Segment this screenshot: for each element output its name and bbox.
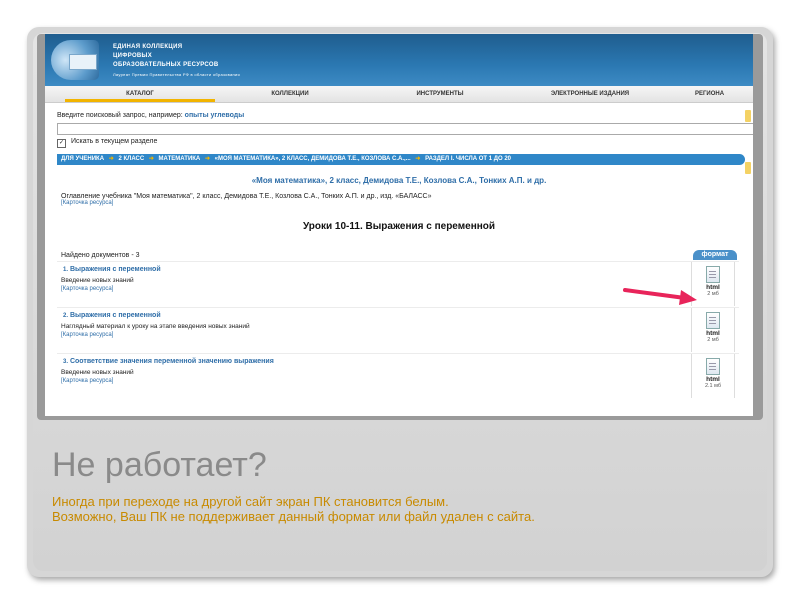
document-format[interactable]: html 2.1 мб [691,354,735,398]
document-number: 2. [63,313,69,319]
logo-icon[interactable] [51,40,99,80]
breadcrumb-arrow-icon: ➜ [415,156,421,162]
document-title[interactable]: 3. Соответствие значения переменной знач… [63,358,274,365]
search-input[interactable] [57,123,753,135]
breadcrumb-arrow-icon: ➜ [204,156,210,162]
breadcrumb-item[interactable]: ДЛЯ УЧЕНИКА [61,156,104,162]
pointer-arrow-icon [623,288,697,305]
nav-item-regions[interactable]: РЕГИОНА [695,86,753,102]
website-screenshot: ЕДИНАЯ КОЛЛЕКЦИЯ ЦИФРОВЫХ ОБРАЗОВАТЕЛЬНЫ… [45,34,753,416]
resource-card-link[interactable]: [Карточка ресурса] [61,200,432,206]
logo-subtitle: Лауреат Премии Правительства РФ в област… [113,72,241,77]
document-description: Введение новых знаний [61,277,134,284]
breadcrumb-arrow-icon: ➜ [108,156,114,162]
resource-card-link[interactable]: [Карточка ресурса] [61,286,113,292]
document-number: 3. [63,359,69,365]
format-name[interactable]: html [692,330,734,337]
nav-item-catalog[interactable]: КАТАЛОГ [65,86,215,102]
breadcrumb-item[interactable]: «МОЯ МАТЕМАТИКА», 2 КЛАСС, ДЕМИДОВА Т.Е.… [215,156,411,162]
breadcrumb-item[interactable]: МАТЕМАТИКА [159,156,201,162]
document-title[interactable]: 1. Выражения с переменной [63,266,161,273]
breadcrumb-item[interactable]: 2 КЛАСС [118,156,144,162]
slide-caption: Иногда при переходе на другой сайт экран… [52,494,535,524]
document-format[interactable]: html 2 мб [691,308,735,352]
book-toc-text: Оглавление учебника "Моя математика", 2 … [61,193,432,200]
resource-card-link[interactable]: [Карточка ресурса] [61,332,113,338]
logo-text[interactable]: ЕДИНАЯ КОЛЛЕКЦИЯ ЦИФРОВЫХ ОБРАЗОВАТЕЛЬНЫ… [113,43,240,79]
scrollbar-accents [745,110,751,220]
logo-line-3: ОБРАЗОВАТЕЛЬНЫХ РЕСУРСОВ [113,62,219,68]
file-size: 2.1 мб [704,383,722,389]
document-title-text[interactable]: Соответствие значения переменной значени… [70,358,274,365]
search-in-section-checkbox[interactable]: ✓ [57,139,66,148]
search-in-section-row: ✓ Искать в текущем разделе [57,138,157,148]
site-header: ЕДИНАЯ КОЛЛЕКЦИЯ ЦИФРОВЫХ ОБРАЗОВАТЕЛЬНЫ… [45,34,753,86]
slide-caption-line-1: Иногда при переходе на другой сайт экран… [52,494,449,509]
document-title-text[interactable]: Выражения с переменной [70,266,161,273]
format-name[interactable]: html [692,376,734,383]
slide-caption-line-2: Возможно, Ваш ПК не поддерживает данный … [52,509,535,524]
breadcrumb-arrow-icon: ➜ [148,156,154,162]
document-row: 2. Выражения с переменной Наглядный мате… [57,307,739,352]
search-label-text: Введите поисковый запрос, например: [57,112,183,119]
html-file-icon[interactable] [706,266,720,283]
html-file-icon[interactable] [706,358,720,375]
document-description: Наглядный материал к уроку на этапе введ… [61,323,250,330]
nav-item-e-publications[interactable]: ЭЛЕКТРОННЫЕ ИЗДАНИЯ [515,86,665,102]
logo-line-2: ЦИФРОВЫХ [113,53,153,59]
found-count: Найдено документов - 3 [61,252,140,259]
document-title-text[interactable]: Выражения с переменной [70,312,161,319]
nav-item-tools[interactable]: ИНСТРУМЕНТЫ [365,86,515,102]
document-number: 1. [63,267,69,273]
book-title: «Моя математика», 2 класс, Демидова Т.Е.… [251,176,547,185]
document-description: Введение новых знаний [61,369,134,376]
document-title[interactable]: 2. Выражения с переменной [63,312,161,319]
document-row: 3. Соответствие значения переменной знач… [57,353,739,398]
slide-heading: Не работает? [52,446,267,484]
file-size: 2 мб [707,337,719,343]
html-file-icon[interactable] [706,312,720,329]
breadcrumb-item[interactable]: РАЗДЕЛ I. ЧИСЛА ОТ 1 ДО 20 [425,156,511,162]
logo-line-1: ЕДИНАЯ КОЛЛЕКЦИЯ [113,44,183,50]
nav-item-collections[interactable]: КОЛЛЕКЦИИ [215,86,365,102]
search-label: Введите поисковый запрос, например: опыт… [57,112,244,119]
lesson-title: Уроки 10-11. Выражения с переменной [302,221,496,232]
format-column-header: формат [693,250,737,260]
search-in-section-label: Искать в текущем разделе [70,138,158,145]
breadcrumb: ДЛЯ УЧЕНИКА ➜ 2 КЛАСС ➜ МАТЕМАТИКА ➜ «МО… [57,154,745,165]
resource-card-link[interactable]: [Карточка ресурса] [61,378,113,384]
search-example-link[interactable]: опыты углеводы [185,112,245,119]
book-toc: Оглавление учебника "Моя математика", 2 … [61,193,432,206]
main-nav: КАТАЛОГ КОЛЛЕКЦИИ ИНСТРУМЕНТЫ ЭЛЕКТРОННЫ… [45,86,753,103]
